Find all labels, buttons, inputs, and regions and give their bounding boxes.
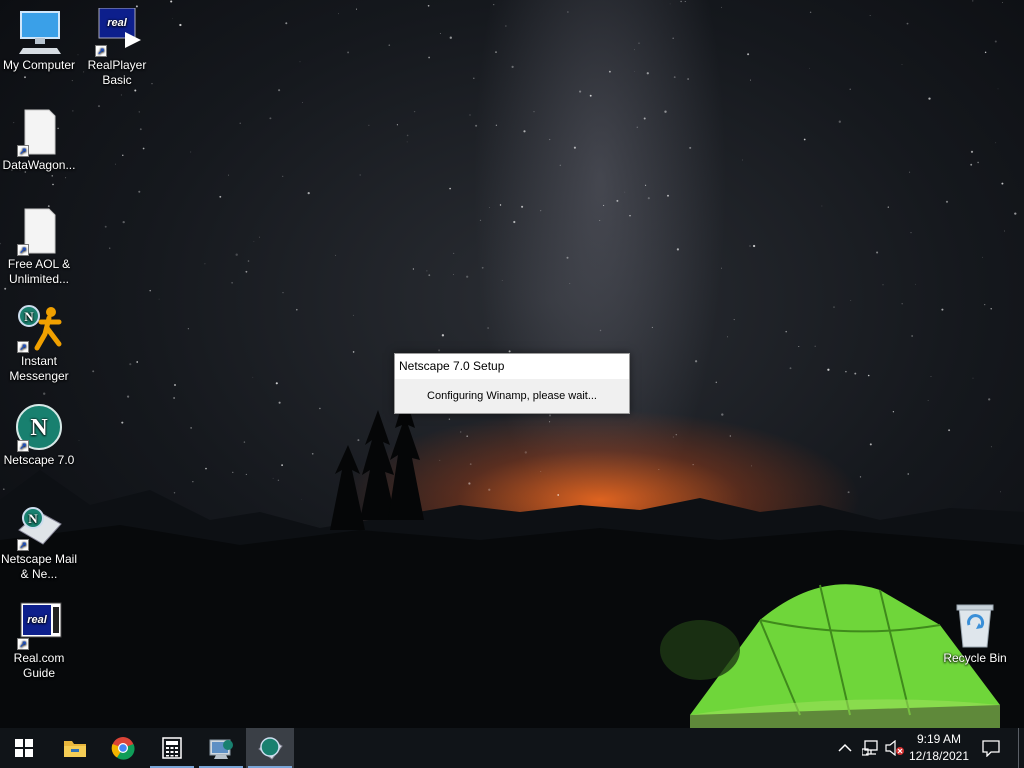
clock-date: 12/18/2021: [908, 749, 970, 763]
chrome-icon: [111, 737, 135, 760]
netscape-setup-icon: [209, 739, 233, 759]
desktop-icon-label: Instant Messenger: [9, 354, 69, 383]
svg-text:N: N: [24, 309, 34, 324]
dialog-message: Configuring Winamp, please wait...: [427, 390, 597, 402]
desktop-icon-datawagon[interactable]: ↗ DataWagon...: [0, 108, 78, 173]
desktop: My Computer real ↗ RealPlayer Basic ↗ Da…: [0, 0, 1024, 728]
file-icon: ↗: [15, 207, 63, 256]
windows-start-icon: [15, 739, 33, 757]
tray-chevron[interactable]: [838, 728, 852, 768]
taskbar-chrome[interactable]: [99, 728, 147, 768]
netscape-icon: N ↗: [15, 403, 63, 452]
shortcut-arrow-icon: ↗: [17, 145, 29, 157]
start-button[interactable]: [0, 728, 48, 768]
desktop-icon-label: My Computer: [2, 58, 76, 72]
chevron-up-icon: [838, 743, 852, 752]
taskbar-netscape[interactable]: [246, 728, 294, 768]
shortcut-arrow-icon: ↗: [95, 45, 107, 57]
real-guide-icon: real ↗: [15, 601, 63, 650]
taskbar-file-explorer[interactable]: [51, 728, 99, 768]
netscape-icon: [258, 737, 283, 760]
desktop-icon-my-computer[interactable]: My Computer: [0, 8, 78, 73]
shortcut-arrow-icon: ↗: [17, 244, 29, 256]
network-icon: [862, 740, 878, 756]
shortcut-arrow-icon: ↗: [17, 341, 29, 353]
netscape-mail-icon: N ↗: [15, 502, 63, 551]
calculator-icon: [162, 737, 182, 759]
desktop-icon-label: Recycle Bin: [943, 651, 1007, 665]
desktop-icon-real-com-guide[interactable]: real ↗ Real.com Guide: [0, 601, 78, 681]
svg-text:N: N: [30, 415, 48, 441]
setup-dialog[interactable]: Netscape 7.0 Setup Configuring Winamp, p…: [394, 353, 630, 414]
desktop-icon-netscape-mail[interactable]: N ↗ Netscape Mail & Ne...: [0, 502, 78, 582]
shortcut-arrow-icon: ↗: [17, 539, 29, 551]
desktop-icon-label: Netscape 7.0: [3, 453, 75, 467]
tray-network[interactable]: [862, 728, 880, 768]
desktop-icon-label: RealPlayer Basic: [87, 58, 147, 87]
show-desktop-button[interactable]: [1018, 728, 1019, 768]
svg-text:real: real: [107, 17, 128, 29]
shortcut-arrow-icon: ↗: [17, 440, 29, 452]
taskbar-calculator[interactable]: [148, 728, 196, 768]
recycle-bin-icon: [951, 601, 999, 649]
clock-time: 9:19 AM: [916, 732, 962, 746]
desktop-icon-label: Free AOL & Unlimited...: [7, 257, 71, 286]
desktop-icon-netscape-7[interactable]: N ↗ Netscape 7.0: [0, 403, 78, 468]
shortcut-arrow-icon: ↗: [17, 638, 29, 650]
desktop-icon-label: Netscape Mail & Ne...: [0, 552, 78, 581]
computer-icon: [15, 8, 63, 56]
system-clock[interactable]: 9:19 AM 12/18/2021: [900, 731, 978, 765]
desktop-icon-realplayer-basic[interactable]: real ↗ RealPlayer Basic: [78, 7, 156, 88]
svg-text:real: real: [27, 614, 48, 626]
action-center-button[interactable]: [982, 728, 1000, 768]
taskbar: 9:19 AM 12/18/2021: [0, 728, 1024, 768]
taskbar-netscape-setup[interactable]: [197, 728, 245, 768]
aim-running-man-icon: N ↗: [15, 304, 63, 353]
svg-text:N: N: [28, 511, 38, 526]
desktop-icon-recycle-bin[interactable]: Recycle Bin: [936, 601, 1014, 666]
desktop-icon-label: Real.com Guide: [13, 651, 65, 680]
desktop-icon-free-aol[interactable]: ↗ Free AOL & Unlimited...: [0, 207, 78, 287]
realplayer-icon: real ↗: [93, 7, 141, 57]
file-explorer-icon: [64, 741, 86, 757]
file-icon: ↗: [15, 108, 63, 157]
desktop-icon-label: DataWagon...: [2, 158, 76, 172]
dialog-title: Netscape 7.0 Setup: [395, 354, 629, 379]
desktop-icon-instant-messenger[interactable]: N ↗ Instant Messenger: [0, 304, 78, 384]
action-center-icon: [982, 740, 1000, 757]
